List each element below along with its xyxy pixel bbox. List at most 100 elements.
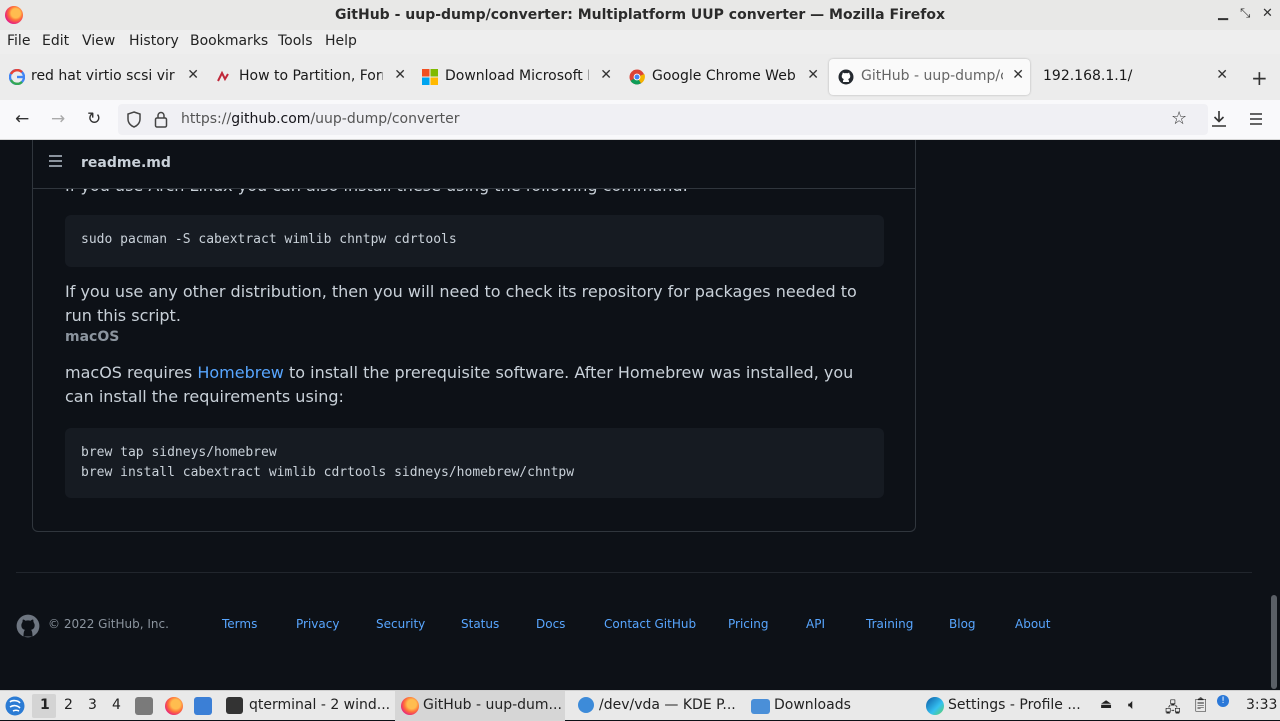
footer-link-docs[interactable]: Docs bbox=[536, 617, 565, 631]
github-icon bbox=[838, 69, 854, 85]
footer-link-contact[interactable]: Contact GitHub bbox=[604, 617, 696, 631]
firefox-launcher-icon[interactable] bbox=[165, 697, 183, 715]
code-line: brew install cabextract wimlib cdrtools … bbox=[81, 465, 575, 480]
tab-redhat[interactable]: red hat virtio scsi virtu ✕ bbox=[0, 59, 205, 95]
microsoft-icon bbox=[422, 69, 438, 85]
desktop-3[interactable]: 3 bbox=[88, 697, 97, 713]
footer-link-pricing[interactable]: Pricing bbox=[728, 617, 768, 631]
readme-sticky-header: readme.md bbox=[32, 140, 916, 189]
menu-edit[interactable]: Edit bbox=[42, 33, 69, 49]
menu-help[interactable]: Help bbox=[325, 33, 357, 49]
new-tab-button[interactable]: + bbox=[1251, 66, 1268, 90]
tab-microsoft[interactable]: Download Microsoft Ec ✕ bbox=[413, 59, 618, 95]
desktop-launcher-icon[interactable] bbox=[194, 697, 212, 715]
terminal-icon bbox=[226, 697, 243, 714]
tab-chrome[interactable]: Google Chrome Web B ✕ bbox=[620, 59, 825, 95]
shield-icon[interactable] bbox=[126, 111, 142, 128]
code-line: brew tap sidneys/homebrew bbox=[81, 445, 277, 460]
footer-link-terms[interactable]: Terms bbox=[222, 617, 257, 631]
tab-strip: red hat virtio scsi virtu ✕ How to Parti… bbox=[0, 54, 1280, 100]
window-title: GitHub - uup-dump/converter: Multiplatfo… bbox=[335, 7, 945, 23]
menu-history[interactable]: History bbox=[129, 33, 179, 49]
menu-file[interactable]: File bbox=[7, 33, 30, 49]
window-titlebar: GitHub - uup-dump/converter: Multiplatfo… bbox=[0, 0, 1280, 30]
downloads-icon[interactable] bbox=[1211, 110, 1227, 128]
desktop-2[interactable]: 2 bbox=[64, 697, 73, 713]
lock-icon[interactable] bbox=[154, 111, 168, 128]
desktop-4[interactable]: 4 bbox=[112, 697, 121, 713]
task-downloads[interactable]: Downloads bbox=[774, 697, 851, 713]
tab-close-icon[interactable]: ✕ bbox=[394, 67, 406, 83]
tab-label: Google Chrome Web B bbox=[652, 68, 796, 84]
footer-link-api[interactable]: API bbox=[806, 617, 825, 631]
code-line: sudo pacman -S cabextract wimlib chntpw … bbox=[81, 232, 457, 247]
start-menu-icon[interactable] bbox=[5, 696, 25, 716]
maximize-icon[interactable]: ⤡ bbox=[1240, 6, 1250, 21]
notification-icon[interactable]: ! bbox=[1217, 695, 1229, 707]
tab-partition[interactable]: How to Partition, Form ✕ bbox=[207, 59, 412, 95]
code-block-brew[interactable]: brew tap sidneys/homebrew brew install c… bbox=[65, 428, 884, 498]
text: macOS requires bbox=[65, 363, 198, 382]
footer-link-security[interactable]: Security bbox=[376, 617, 425, 631]
forward-arrow-icon[interactable]: → bbox=[51, 109, 65, 129]
footer-link-training[interactable]: Training bbox=[866, 617, 913, 631]
close-window-icon[interactable]: ✕ bbox=[1262, 6, 1273, 21]
url-bar[interactable]: https://github.com/uup-dump/converter ☆ bbox=[118, 104, 1208, 135]
clock[interactable]: 3:33 bbox=[1246, 697, 1277, 713]
heading-macos: macOS bbox=[65, 329, 120, 345]
navigation-toolbar: ← → ↻ https://github.com/uup-dump/conver… bbox=[0, 100, 1280, 140]
footer-link-blog[interactable]: Blog bbox=[949, 617, 976, 631]
github-logo-icon[interactable] bbox=[16, 614, 40, 638]
google-icon bbox=[9, 69, 25, 85]
readme-title[interactable]: readme.md bbox=[81, 155, 171, 171]
menu-tools[interactable]: Tools bbox=[278, 33, 313, 49]
firefox-icon bbox=[401, 697, 419, 715]
footer-divider bbox=[16, 572, 1252, 573]
footer-link-status[interactable]: Status bbox=[461, 617, 499, 631]
tab-github[interactable]: GitHub - uup-dump/co ✕ bbox=[829, 59, 1030, 95]
tab-label: GitHub - uup-dump/co bbox=[861, 68, 1003, 84]
tab-router[interactable]: 192.168.1.1/ ✕ bbox=[1034, 59, 1234, 95]
tray-up-arrow-icon[interactable]: ⏏ bbox=[1100, 697, 1112, 712]
taskbar: 1 2 3 4 qterminal - 2 wind... GitHub - u… bbox=[0, 690, 1280, 721]
file-manager-launcher-icon[interactable] bbox=[135, 697, 153, 715]
task-firefox[interactable]: GitHub - uup-dum... bbox=[423, 697, 562, 713]
code-block-arch[interactable]: sudo pacman -S cabextract wimlib chntpw … bbox=[65, 215, 884, 267]
folder-icon bbox=[751, 699, 770, 714]
minimize-icon[interactable]: ▁ bbox=[1218, 6, 1228, 21]
tab-close-icon[interactable]: ✕ bbox=[187, 67, 199, 83]
menu-bookmarks[interactable]: Bookmarks bbox=[190, 33, 268, 49]
menu-view[interactable]: View bbox=[82, 33, 115, 49]
url-prefix: https:// bbox=[181, 111, 232, 127]
footer-copyright: © 2022 GitHub, Inc. bbox=[48, 617, 169, 631]
task-qterminal[interactable]: qterminal - 2 wind... bbox=[249, 697, 390, 713]
volume-icon[interactable]: 🔈︎ bbox=[1128, 697, 1136, 713]
task-settings[interactable]: Settings - Profile ... bbox=[948, 697, 1081, 713]
url-text[interactable]: https://github.com/uup-dump/converter bbox=[181, 111, 460, 127]
tab-close-icon[interactable]: ✕ bbox=[600, 67, 612, 83]
outline-list-icon[interactable] bbox=[49, 155, 62, 170]
homebrew-link[interactable]: Homebrew bbox=[197, 363, 284, 382]
back-arrow-icon[interactable]: ← bbox=[15, 109, 29, 129]
clipboard-icon[interactable]: 📋︎ bbox=[1192, 697, 1210, 713]
tab-label: 192.168.1.1/ bbox=[1043, 68, 1133, 84]
menu-bar: File Edit View History Bookmarks Tools H… bbox=[0, 30, 1280, 54]
tab-close-icon[interactable]: ✕ bbox=[1216, 67, 1228, 83]
partition-manager-icon bbox=[578, 697, 594, 713]
tab-close-icon[interactable]: ✕ bbox=[807, 67, 819, 83]
network-icon[interactable]: 🖧︎ bbox=[1165, 697, 1181, 721]
task-kde-partition[interactable]: /dev/vda — KDE P... bbox=[599, 697, 736, 713]
desktop-1[interactable]: 1 bbox=[40, 697, 50, 713]
url-path: /uup-dump/converter bbox=[310, 111, 460, 127]
hamburger-menu-icon[interactable] bbox=[1249, 112, 1263, 126]
edge-icon bbox=[926, 697, 944, 715]
footer-link-privacy[interactable]: Privacy bbox=[296, 617, 339, 631]
reload-icon[interactable]: ↻ bbox=[87, 109, 101, 129]
bookmark-star-icon[interactable]: ☆ bbox=[1171, 108, 1187, 129]
tab-close-icon[interactable]: ✕ bbox=[1012, 67, 1024, 83]
chrome-icon bbox=[629, 69, 645, 85]
tab-label: How to Partition, Form bbox=[239, 68, 383, 84]
page-scrollbar[interactable] bbox=[1268, 140, 1280, 690]
scrollbar-thumb[interactable] bbox=[1271, 595, 1277, 689]
footer-link-about[interactable]: About bbox=[1015, 617, 1050, 631]
